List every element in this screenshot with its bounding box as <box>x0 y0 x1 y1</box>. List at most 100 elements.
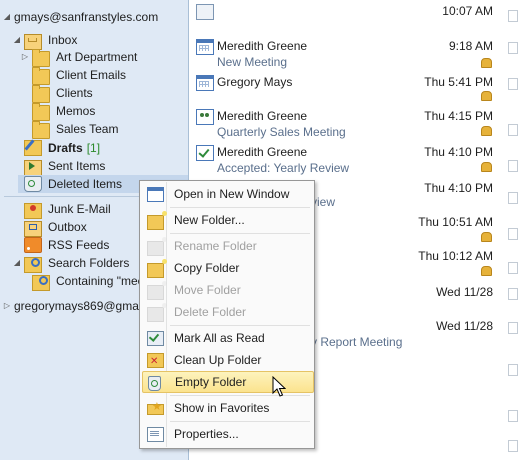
account-row-2[interactable]: ▷ gregorymays869@gmail <box>2 297 144 315</box>
menu-item-delete-folder[interactable]: Delete Folder <box>142 301 312 323</box>
clean-up-icon <box>147 351 164 373</box>
message-subject: Quarterly Sales Meeting <box>217 125 346 139</box>
flag-icon[interactable] <box>508 228 518 240</box>
folder-search-folders[interactable]: ◢ Search Folders <box>12 254 129 273</box>
message-item[interactable]: Meredith Greene Quarterly Sales Meeting … <box>189 106 530 142</box>
message-sender: Meredith Greene <box>217 39 308 53</box>
new-window-icon <box>147 187 164 202</box>
flag-icon[interactable] <box>508 192 518 204</box>
flag-icon[interactable] <box>508 440 518 452</box>
folder-outbox[interactable]: Outbox <box>24 218 87 237</box>
menu-item-label: Move Folder <box>174 283 241 297</box>
folder-inbox[interactable]: ◢ Inbox <box>12 31 78 50</box>
folder-clients[interactable]: Clients <box>32 84 93 103</box>
flag-icon[interactable] <box>508 42 518 54</box>
account-row[interactable]: ◢ gmays@sanfranstyles.com <box>2 8 158 26</box>
menu-item-move-folder[interactable]: Move Folder <box>142 279 312 301</box>
delete-folder-icon <box>147 303 167 322</box>
flag-icon[interactable] <box>508 160 518 172</box>
menu-item-label: Clean Up Folder <box>174 353 262 367</box>
menu-item-label: Mark All as Read <box>174 331 265 345</box>
menu-item-show-in-favorites[interactable]: Show in Favorites <box>142 396 312 419</box>
drafts-icon <box>24 140 42 156</box>
menu-item-new-folder[interactable]: New Folder... <box>142 209 312 231</box>
menu-item-clean-up-folder[interactable]: Clean Up Folder <box>142 349 312 373</box>
collapse-arrow-icon[interactable]: ◢ <box>2 8 12 26</box>
folder-label: Containing "mee <box>56 274 145 288</box>
sent-items-icon <box>24 160 42 176</box>
mark-read-icon <box>147 331 164 346</box>
folder-rss-feeds[interactable]: RSS Feeds <box>24 236 109 254</box>
menu-item-open-new-window[interactable]: Open in New Window <box>142 183 312 205</box>
expand-arrow-icon[interactable]: ▷ <box>2 297 12 315</box>
message-time: 9:18 AM <box>448 39 493 53</box>
folder-icon <box>32 49 50 67</box>
message-sender: Meredith Greene <box>217 145 308 159</box>
expand-arrow-icon[interactable]: ▷ <box>20 48 30 66</box>
menu-item-label: Delete Folder <box>174 305 247 319</box>
message-subject: Accepted: Yearly Review <box>217 161 350 175</box>
menu-separator <box>170 395 310 396</box>
message-time: Thu 10:12 AM <box>418 249 493 263</box>
search-folder-icon <box>24 257 42 273</box>
folder-sent-items[interactable]: Sent Items <box>24 157 105 176</box>
flag-icon[interactable] <box>508 124 518 136</box>
message-item[interactable]: Gregory Mays Thu 5:41 PM <box>189 72 530 104</box>
unread-count: [1] <box>86 141 101 155</box>
menu-item-label: Rename Folder <box>174 239 257 253</box>
collapse-arrow-icon[interactable]: ◢ <box>12 254 22 272</box>
folder-label: Deleted Items <box>48 177 123 191</box>
outbox-icon <box>24 221 42 237</box>
rename-folder-icon <box>147 237 167 256</box>
folder-client-emails[interactable]: Client Emails <box>32 66 127 85</box>
folder-sales-team[interactable]: Sales Team <box>32 120 119 139</box>
folder-label: Sales Team <box>56 122 119 136</box>
message-item[interactable]: Meredith Greene Accepted: Yearly Review … <box>189 142 530 178</box>
folder-containing[interactable]: Containing "mee <box>32 272 145 291</box>
folder-drafts[interactable]: Drafts [1] <box>24 139 100 157</box>
message-sender: Gregory Mays <box>217 75 293 89</box>
folder-label: Art Department <box>56 50 138 64</box>
folder-art-department[interactable]: ▷ Art Department <box>20 48 138 67</box>
favorites-icon <box>147 396 164 418</box>
message-item[interactable]: Meredith Greene New Meeting 9:18 AM <box>189 36 530 72</box>
flag-icon[interactable] <box>508 410 518 422</box>
reminder-bell-icon <box>481 91 492 101</box>
collapse-arrow-icon[interactable]: ◢ <box>12 31 22 49</box>
message-time: Thu 4:15 PM <box>424 109 493 123</box>
folder-memos[interactable]: Memos <box>32 102 95 121</box>
folder-label: Drafts <box>48 141 83 155</box>
flag-icon[interactable] <box>508 10 518 22</box>
reminder-bell-icon <box>481 232 492 242</box>
rss-icon <box>24 237 42 253</box>
flag-icon[interactable] <box>508 322 518 334</box>
message-subject: New Meeting <box>217 55 288 69</box>
deleted-items-icon <box>24 176 42 192</box>
folder-label: RSS Feeds <box>48 238 110 252</box>
message-icon <box>196 4 214 20</box>
menu-item-copy-folder[interactable]: Copy Folder <box>142 257 312 279</box>
message-sender: Meredith Greene <box>217 109 308 123</box>
message-time: Thu 4:10 PM <box>424 145 493 159</box>
menu-item-rename-folder[interactable]: Rename Folder <box>142 235 312 257</box>
folder-label: Inbox <box>48 33 78 47</box>
menu-item-label: Empty Folder <box>175 375 247 389</box>
flag-icon[interactable] <box>508 262 518 274</box>
folder-label: Client Emails <box>56 68 127 82</box>
new-folder-icon <box>147 211 167 230</box>
flag-icon[interactable] <box>508 78 518 90</box>
calendar-icon <box>196 75 214 91</box>
flag-icon[interactable] <box>508 364 518 376</box>
message-time: Wed 11/28 <box>436 319 493 333</box>
mouse-pointer-icon <box>272 376 286 397</box>
menu-item-properties[interactable]: Properties... <box>142 423 312 445</box>
message-item[interactable]: 10:07 AM <box>189 0 530 36</box>
menu-separator <box>170 207 310 208</box>
menu-item-label: New Folder... <box>174 213 245 227</box>
folder-junk-email[interactable]: Junk E-Mail <box>24 200 111 219</box>
flag-icon[interactable] <box>508 288 518 300</box>
menu-item-label: Properties... <box>174 427 239 441</box>
menu-item-mark-all-read[interactable]: Mark All as Read <box>142 327 312 349</box>
menu-item-empty-folder[interactable]: Empty Folder <box>142 371 314 393</box>
menu-separator <box>170 233 310 234</box>
